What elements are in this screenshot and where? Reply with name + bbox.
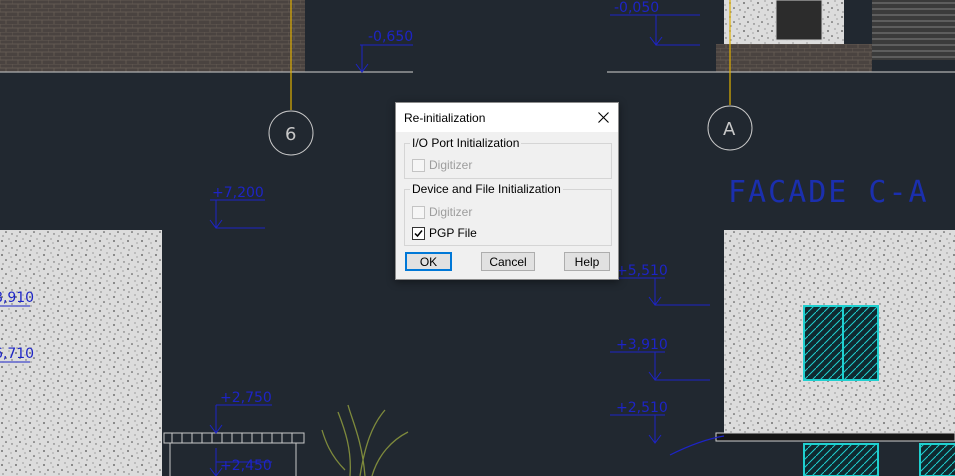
plant-icon [321,404,409,476]
elevation-label: +2,510 [616,400,668,416]
cancel-button[interactable]: Cancel [481,252,535,271]
group-label: I/O Port Initialization [410,136,522,150]
balcony-slab [715,432,955,442]
grid-axis-label: 6 [285,124,296,145]
brick-wall [0,0,305,72]
pergola-slats [171,433,293,443]
elevation-label: +7,200 [212,185,264,201]
group-label: Device and File Initialization [410,182,563,196]
louvre-panel [872,0,955,60]
pgp-file-checkbox-row[interactable]: PGP File [412,225,477,241]
brick-plinth-right [716,44,872,72]
elevation-label: 8,910 [0,290,34,306]
window-upper [803,305,879,381]
ok-button[interactable]: OK [405,252,452,271]
close-icon [597,112,609,123]
device-digitizer-checkbox-row[interactable]: Digitizer [412,204,472,220]
pgp-file-checkbox[interactable] [412,226,425,240]
facade-title: FACADE C-A [728,175,929,210]
elevation-label: +5,510 [616,263,668,279]
window-lower-1 [803,443,879,476]
elevation-label: -0,050 [614,0,659,16]
io-port-initialization-group: I/O Port Initialization Digitizer [404,136,612,179]
pergola [163,432,305,444]
checkbox-label: PGP File [429,226,477,240]
device-digitizer-checkbox[interactable] [412,205,425,219]
help-button[interactable]: Help [564,252,610,271]
checkmark-icon [414,229,423,237]
door-frame [775,0,823,41]
elevation-label: +2,450 [220,458,272,474]
reinitialization-dialog: Re-initialization I/O Port Initializatio… [395,102,619,280]
io-digitizer-checkbox[interactable] [412,158,425,172]
window-lower-2 [919,443,955,476]
device-file-initialization-group: Device and File Initialization Digitizer… [404,182,612,246]
checkbox-label: Digitizer [429,205,473,219]
close-button[interactable] [588,103,618,132]
elevation-label: -0,650 [368,29,413,45]
dialog-title: Re-initialization [404,111,486,125]
elevation-label: +2,750 [220,390,272,406]
io-digitizer-checkbox-row[interactable]: Digitizer [412,157,472,173]
checkbox-label: Digitizer [429,158,473,172]
grid-axis-label: A [723,119,736,140]
dialog-titlebar[interactable]: Re-initialization [396,103,618,132]
elevation-label: +3,910 [616,337,668,353]
elevation-label: 6,710 [0,346,34,362]
